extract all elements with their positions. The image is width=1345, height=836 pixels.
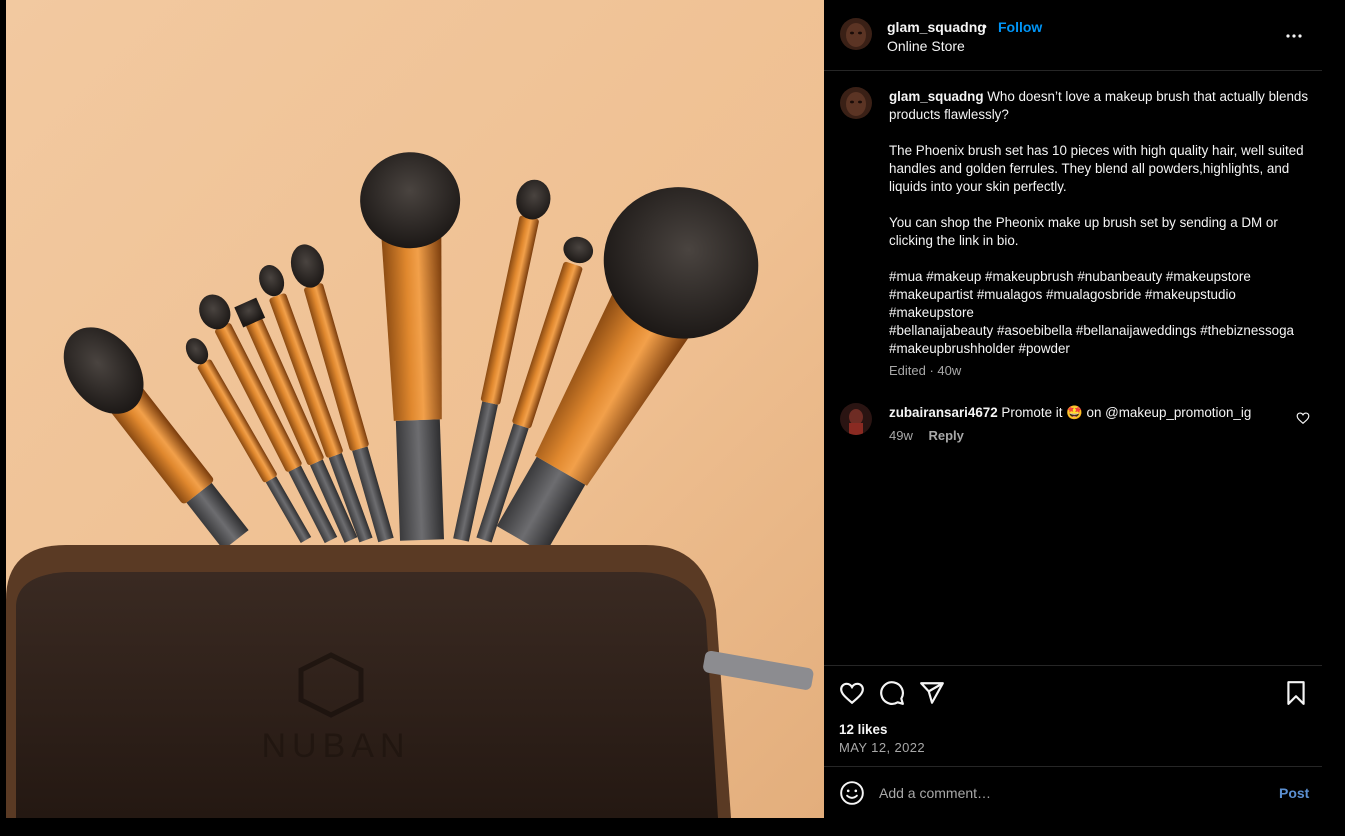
bottom-strip (0, 818, 1345, 836)
emoji-icon[interactable] (839, 780, 865, 806)
reply-button[interactable]: Reply (928, 428, 963, 443)
post-date: MAY 12, 2022 (839, 740, 925, 755)
comment-meta: 49w Reply (889, 428, 964, 443)
brand-text: NUBAN (261, 727, 410, 765)
separator-dot: • (982, 18, 987, 34)
post-photo: NUBAN (6, 0, 824, 818)
caption-text: Who doesn’t love a makeup brush that act… (889, 89, 1309, 356)
author-subtitle: Online Store (887, 38, 965, 54)
comment-item: zubairansari4672 Promote it 🤩 on @makeup… (889, 404, 1289, 422)
commenter-avatar[interactable] (840, 403, 872, 435)
comment-username[interactable]: zubairansari4672 (889, 405, 998, 420)
post-caption: glam_squadng Who doesn’t love a makeup b… (889, 88, 1309, 358)
comment-text: Promote it 🤩 on @makeup_promotion_ig (1001, 405, 1252, 420)
author-avatar[interactable] (840, 18, 872, 50)
bookmark-icon[interactable] (1283, 680, 1309, 706)
follow-button[interactable]: Follow (998, 19, 1042, 35)
post-actions: 12 likes MAY 12, 2022 (824, 665, 1322, 766)
post-header: glam_squadng • Follow Online Store (824, 0, 1322, 71)
heart-icon[interactable] (839, 680, 865, 706)
post-side-panel: glam_squadng • Follow Online Store glam_… (824, 0, 1322, 818)
author-username[interactable]: glam_squadng (887, 19, 986, 35)
caption-username[interactable]: glam_squadng (889, 89, 984, 104)
scrollbar-track (1322, 0, 1345, 818)
comment-icon[interactable] (879, 680, 905, 706)
post-comment-button[interactable]: Post (1279, 785, 1309, 801)
post-image[interactable]: NUBAN (6, 0, 824, 818)
comment-input[interactable] (879, 781, 1259, 805)
add-comment-bar: Post (824, 766, 1322, 818)
share-icon[interactable] (919, 680, 945, 706)
caption-meta: Edited · 40w (889, 363, 962, 378)
comment-time: 49w (889, 428, 913, 443)
likes-count[interactable]: 12 likes (839, 722, 887, 737)
caption-avatar[interactable] (840, 87, 872, 119)
more-options-icon[interactable] (1282, 24, 1306, 48)
comment-heart-icon[interactable] (1296, 411, 1310, 425)
